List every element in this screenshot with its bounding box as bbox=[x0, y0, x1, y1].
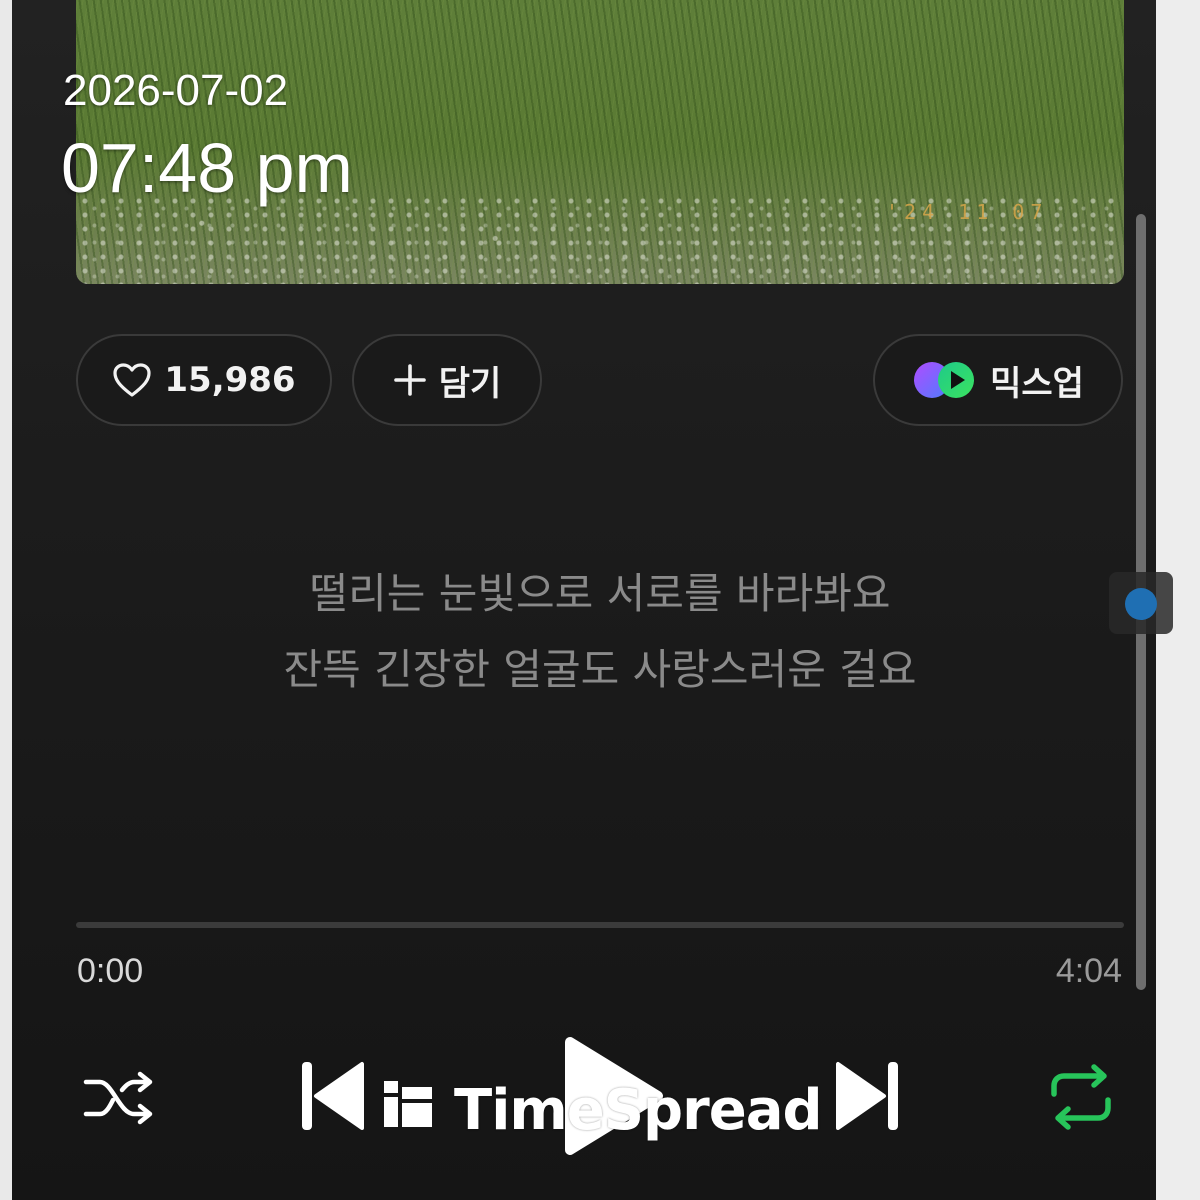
overlay-date: 2026-07-02 bbox=[63, 66, 289, 115]
lyrics-view[interactable]: 떨리는 눈빛으로 서로를 바라봐요 잔뜩 긴장한 얼굴도 사랑스러운 걸요 bbox=[76, 556, 1124, 708]
lyrics-line: 잔뜩 긴장한 얼굴도 사랑스러운 걸요 bbox=[283, 645, 917, 694]
overlay-time: 07:48 pm bbox=[61, 129, 353, 207]
add-label: 담기 bbox=[438, 363, 502, 404]
mixup-button[interactable]: 믹스업 bbox=[873, 334, 1123, 426]
progress-bar[interactable] bbox=[76, 922, 1124, 928]
shuffle-icon[interactable] bbox=[82, 1068, 156, 1132]
skip-next-icon[interactable] bbox=[834, 1058, 900, 1138]
mixup-label: 믹스업 bbox=[990, 363, 1084, 404]
heart-icon bbox=[112, 362, 152, 398]
like-button[interactable]: 15,986 bbox=[76, 334, 332, 426]
lyrics-line: 떨리는 눈빛으로 서로를 바라봐요 bbox=[309, 569, 891, 618]
plus-icon bbox=[393, 363, 427, 397]
album-date-stamp: '24 11 07 bbox=[886, 200, 1049, 224]
play-icon[interactable] bbox=[560, 1034, 664, 1162]
watermark-logo-icon bbox=[382, 1078, 434, 1143]
total-time: 4:04 bbox=[1055, 952, 1122, 990]
like-count: 15,986 bbox=[164, 360, 296, 400]
left-edge bbox=[0, 0, 12, 1200]
add-to-playlist-button[interactable]: 담기 bbox=[352, 334, 542, 426]
player-screen: '24 11 07 2026-07-02 07:48 pm 15,986 담기 bbox=[0, 0, 1200, 1200]
mixup-icon bbox=[912, 360, 978, 400]
scrollbar-handle-dot bbox=[1125, 588, 1157, 620]
repeat-icon[interactable] bbox=[1046, 1064, 1116, 1134]
scrollbar-thumb[interactable] bbox=[1109, 572, 1173, 634]
skip-previous-icon[interactable] bbox=[300, 1058, 366, 1138]
elapsed-time: 0:00 bbox=[77, 952, 144, 990]
